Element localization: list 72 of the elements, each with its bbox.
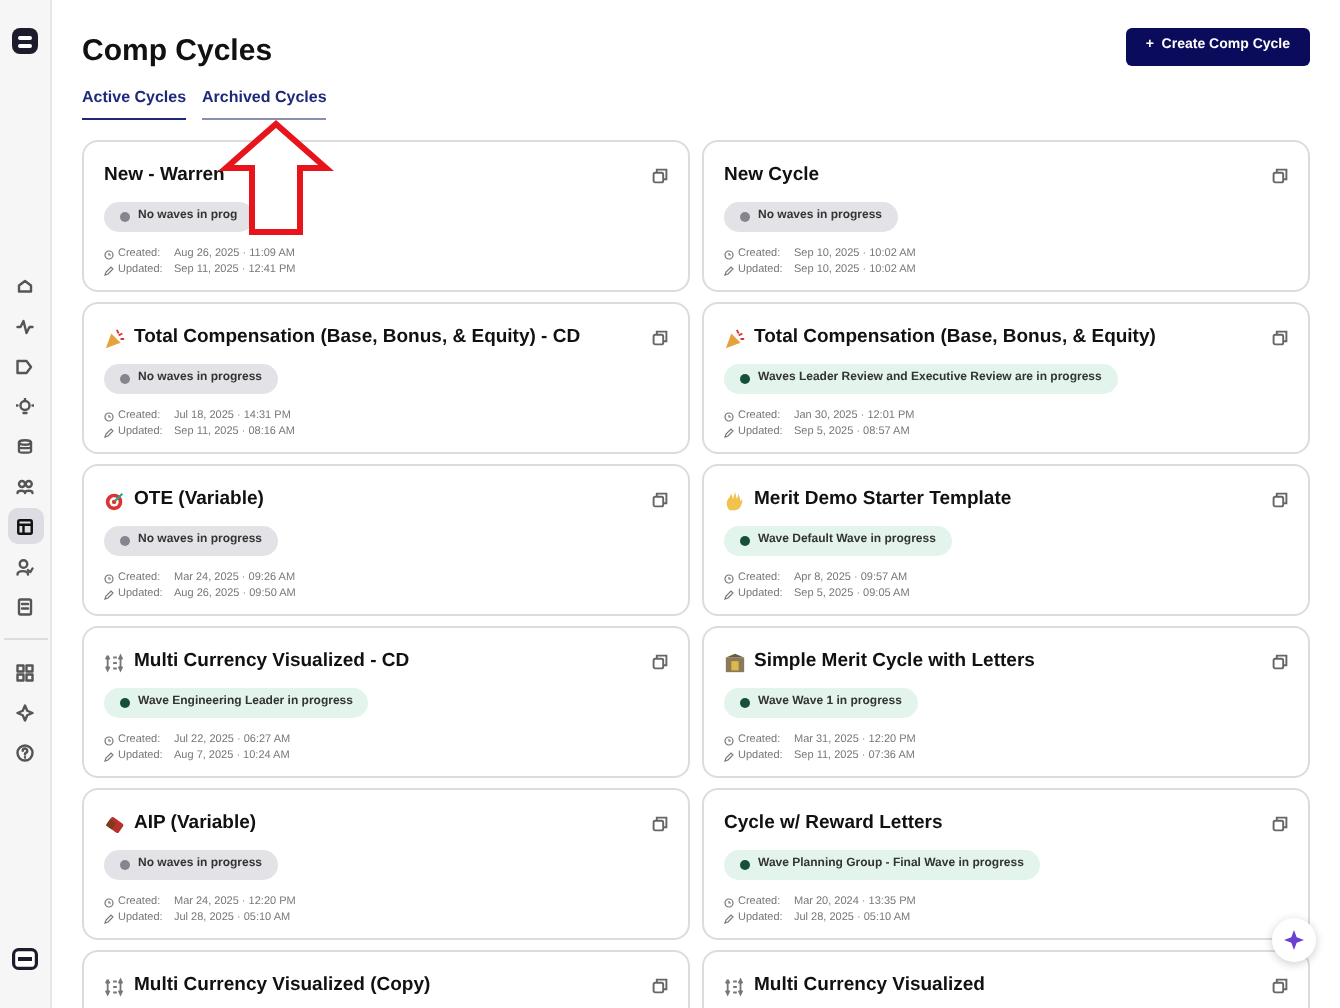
pencil-icon <box>104 751 114 762</box>
page-title: Comp Cycles <box>82 34 273 70</box>
pencil-icon <box>724 751 734 762</box>
copy-icon[interactable] <box>652 654 668 671</box>
tag-icon <box>16 357 34 375</box>
clock-icon <box>724 735 734 746</box>
copy-icon[interactable] <box>1272 654 1288 671</box>
cycle-title: New Cycle <box>724 162 820 190</box>
pencil-icon <box>724 265 734 276</box>
pencil-icon <box>104 589 114 600</box>
tab[interactable]: Active Cycles <box>82 86 187 120</box>
pencil-icon <box>104 427 114 438</box>
clock-icon <box>104 735 114 746</box>
copy-icon[interactable] <box>652 330 668 347</box>
copy-icon[interactable] <box>1272 978 1288 995</box>
exchange-icon <box>104 651 126 674</box>
activity-icon <box>16 317 34 335</box>
help-icon <box>16 743 34 761</box>
pencil-icon <box>724 913 734 924</box>
clock-icon <box>104 897 114 908</box>
clock-icon <box>104 411 114 422</box>
bank-icon <box>724 651 746 674</box>
home-icon <box>16 277 34 295</box>
tab[interactable]: Archived Cycles <box>202 86 327 120</box>
layout-icon <box>16 517 34 535</box>
copy-icon[interactable] <box>1272 168 1288 185</box>
cycle-title: Simple Merit Cycle with Letters <box>754 648 1035 676</box>
cycle-title: New - Warren <box>104 162 225 190</box>
clock-icon <box>724 411 734 422</box>
copy-icon[interactable] <box>652 978 668 995</box>
clock-icon <box>724 897 734 908</box>
clock-icon <box>724 249 734 260</box>
copy-icon[interactable] <box>1272 492 1288 509</box>
copy-icon[interactable] <box>1272 330 1288 347</box>
cycle-title: Multi Currency Visualized - CD <box>134 648 410 676</box>
copy-icon[interactable] <box>652 168 668 185</box>
party-popper-icon <box>104 327 126 350</box>
sparkle-icon <box>1284 930 1304 950</box>
clock-icon <box>724 573 734 584</box>
cycle-title: Multi Currency Visualized <box>754 972 985 1000</box>
cycle-card[interactable]: Multi Currency Visualized (Copy) <box>82 950 690 1008</box>
clock-icon <box>104 249 114 260</box>
exchange-icon <box>104 975 126 998</box>
user-check-icon <box>16 557 34 575</box>
document-icon <box>16 597 34 615</box>
cycle-title: Total Compensation (Base, Bonus, & Equity) <box>754 324 1156 352</box>
copy-icon[interactable] <box>1272 816 1288 833</box>
pencil-icon <box>724 427 734 438</box>
cycle-card[interactable]: Multi Currency Visualized <box>702 950 1310 1008</box>
pencil-icon <box>724 589 734 600</box>
exchange-icon <box>724 975 746 998</box>
sidebar-item[interactable] <box>7 508 43 544</box>
cycle-title: AIP (Variable) <box>134 810 257 838</box>
copy-icon[interactable] <box>652 816 668 833</box>
lightbulb-icon <box>16 397 34 415</box>
clock-icon <box>104 573 114 584</box>
cycle-title: Total Compensation (Base, Bonus, & Equity) - CD <box>134 324 581 352</box>
users-icon <box>16 477 34 495</box>
pencil-icon <box>104 265 114 276</box>
cycle-title: OTE (Variable) <box>134 486 264 514</box>
grid-icon <box>16 663 34 681</box>
sparkle-icon <box>16 703 34 721</box>
logo-icon <box>12 28 38 54</box>
copy-icon[interactable] <box>652 492 668 509</box>
keyboard-icon[interactable] <box>12 948 38 971</box>
cycle-title: Multi Currency Visualized (Copy) <box>134 972 431 1000</box>
party-popper-icon <box>724 327 746 350</box>
cycle-title: Cycle w/ Reward Letters <box>724 810 943 838</box>
cycle-title: Merit Demo Starter Template <box>754 486 1012 514</box>
database-icon <box>16 437 34 455</box>
target-icon <box>104 489 126 512</box>
pencil-icon <box>104 913 114 924</box>
